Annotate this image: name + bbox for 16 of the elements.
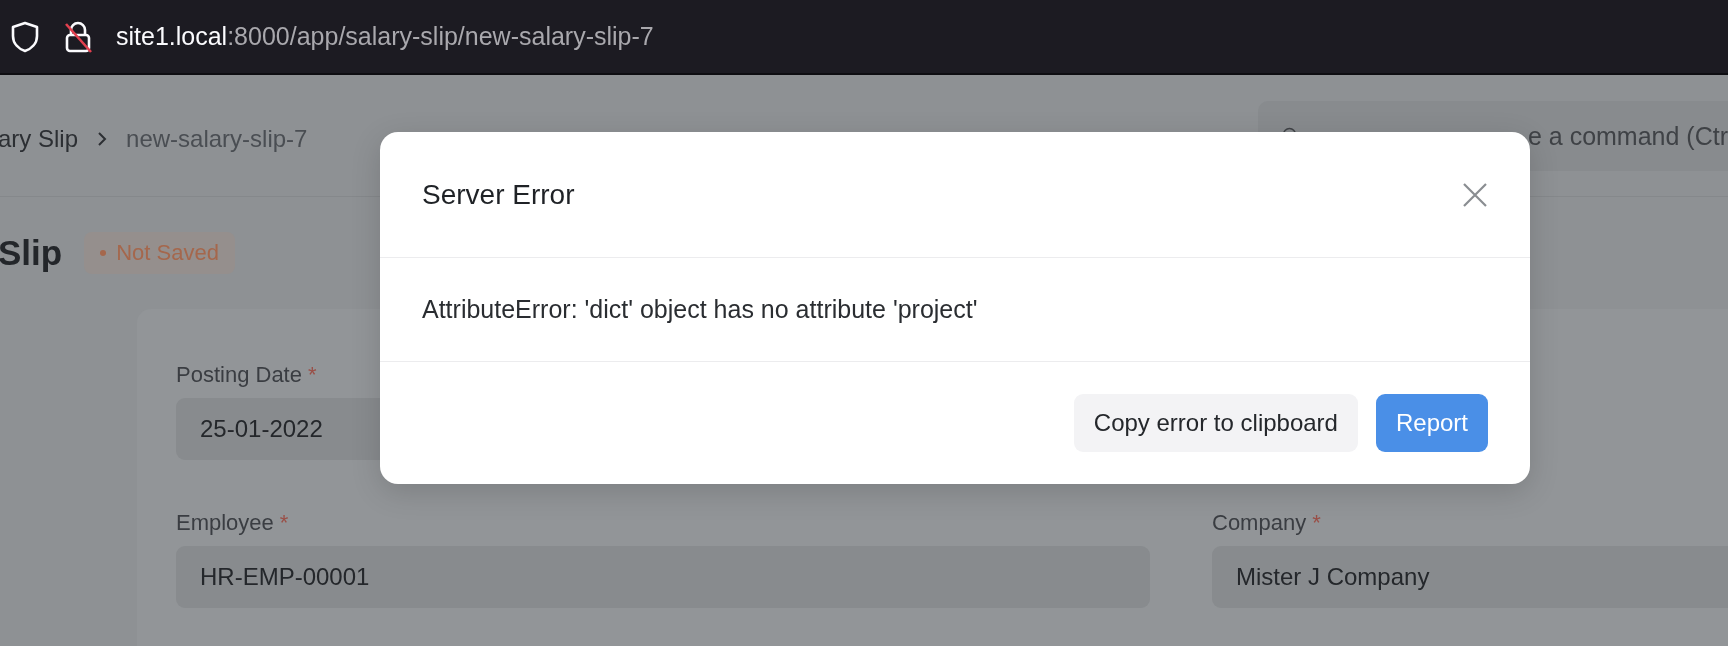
- breadcrumb-link[interactable]: new-salary-slip-7: [126, 125, 308, 153]
- field-label: Company *: [1212, 510, 1322, 536]
- field-label: Employee *: [176, 510, 290, 536]
- input-field[interactable]: Mister J Company: [1212, 546, 1728, 608]
- error-message: AttributeError: 'dict' object has no attribute 'project': [422, 295, 978, 324]
- close-button[interactable]: [1462, 181, 1488, 208]
- status-badge: Not Saved: [84, 232, 235, 274]
- shield-icon[interactable]: [10, 20, 40, 53]
- dialog-title: Server Error: [422, 178, 575, 211]
- field-label: Posting Date *: [176, 362, 318, 388]
- copy-button[interactable]: Copy error to clipboard: [1073, 394, 1358, 452]
- crossed-lock-icon[interactable]: [62, 19, 94, 54]
- report-button[interactable]: Report: [1375, 394, 1488, 452]
- chevron-right-icon: [96, 130, 109, 148]
- input-field[interactable]: HR-EMP-00001: [176, 546, 1150, 608]
- address-bar-url[interactable]: site1.local:8000/app/salary-slip/new-salary-slip-7: [116, 22, 654, 51]
